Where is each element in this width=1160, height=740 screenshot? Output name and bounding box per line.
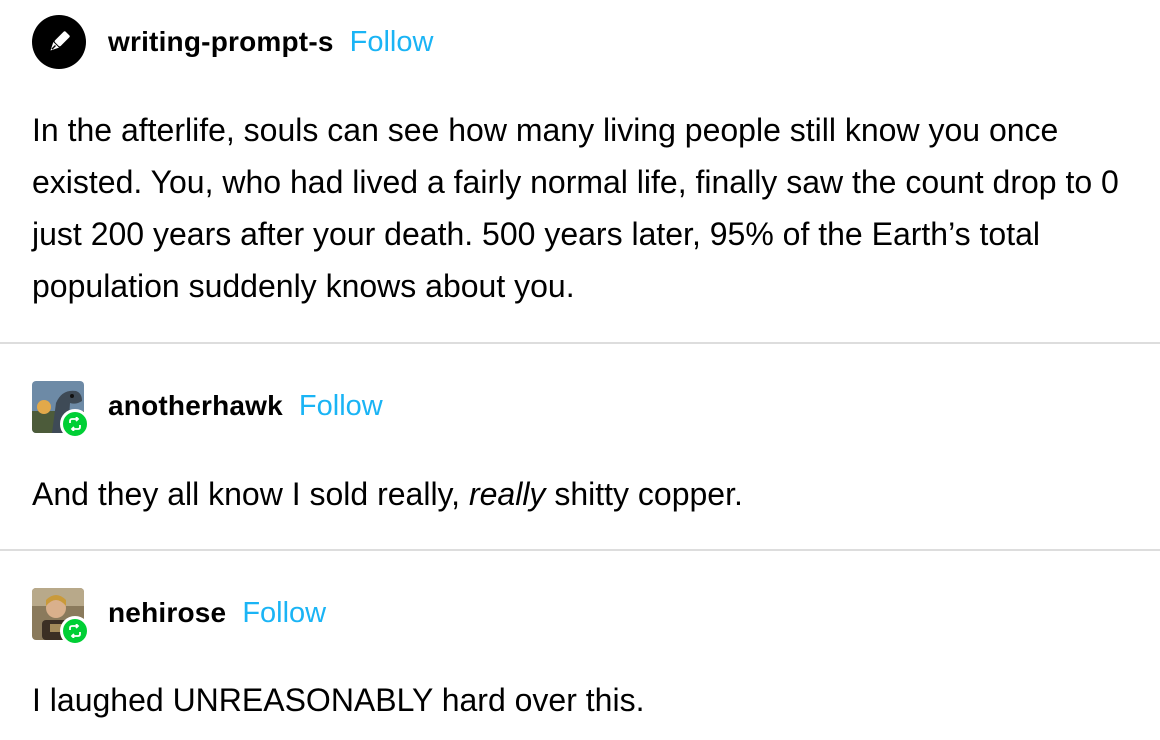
post-text: I laughed UNREASONABLY hard over this. — [32, 682, 645, 718]
reblog-icon — [60, 616, 90, 646]
username[interactable]: nehirose — [108, 597, 226, 629]
follow-button[interactable]: Follow — [350, 26, 434, 59]
post-text: And they all know I sold really, really … — [32, 468, 1132, 520]
post-text-part: And they all know I sold really, — [32, 476, 469, 512]
pen-nib-icon — [32, 15, 86, 69]
follow-button[interactable]: Follow — [299, 390, 383, 423]
post-text: In the afterlife, souls can see how many… — [32, 112, 1119, 304]
avatar[interactable] — [32, 586, 90, 646]
post-text-emphasis: really — [468, 476, 546, 512]
post-header: writing-prompt-s Follow — [32, 14, 433, 70]
avatar[interactable] — [32, 379, 90, 439]
divider — [0, 342, 1160, 344]
avatar[interactable] — [32, 15, 86, 69]
username[interactable]: writing-prompt-s — [108, 26, 334, 58]
follow-button[interactable]: Follow — [242, 597, 326, 630]
post-header: anotherhawk Follow — [32, 378, 383, 439]
post-header: nehirose Follow — [32, 585, 326, 646]
reblog-icon — [60, 409, 90, 439]
divider — [0, 549, 1160, 551]
post-text-part: shitty copper. — [545, 476, 743, 512]
username[interactable]: anotherhawk — [108, 390, 283, 422]
